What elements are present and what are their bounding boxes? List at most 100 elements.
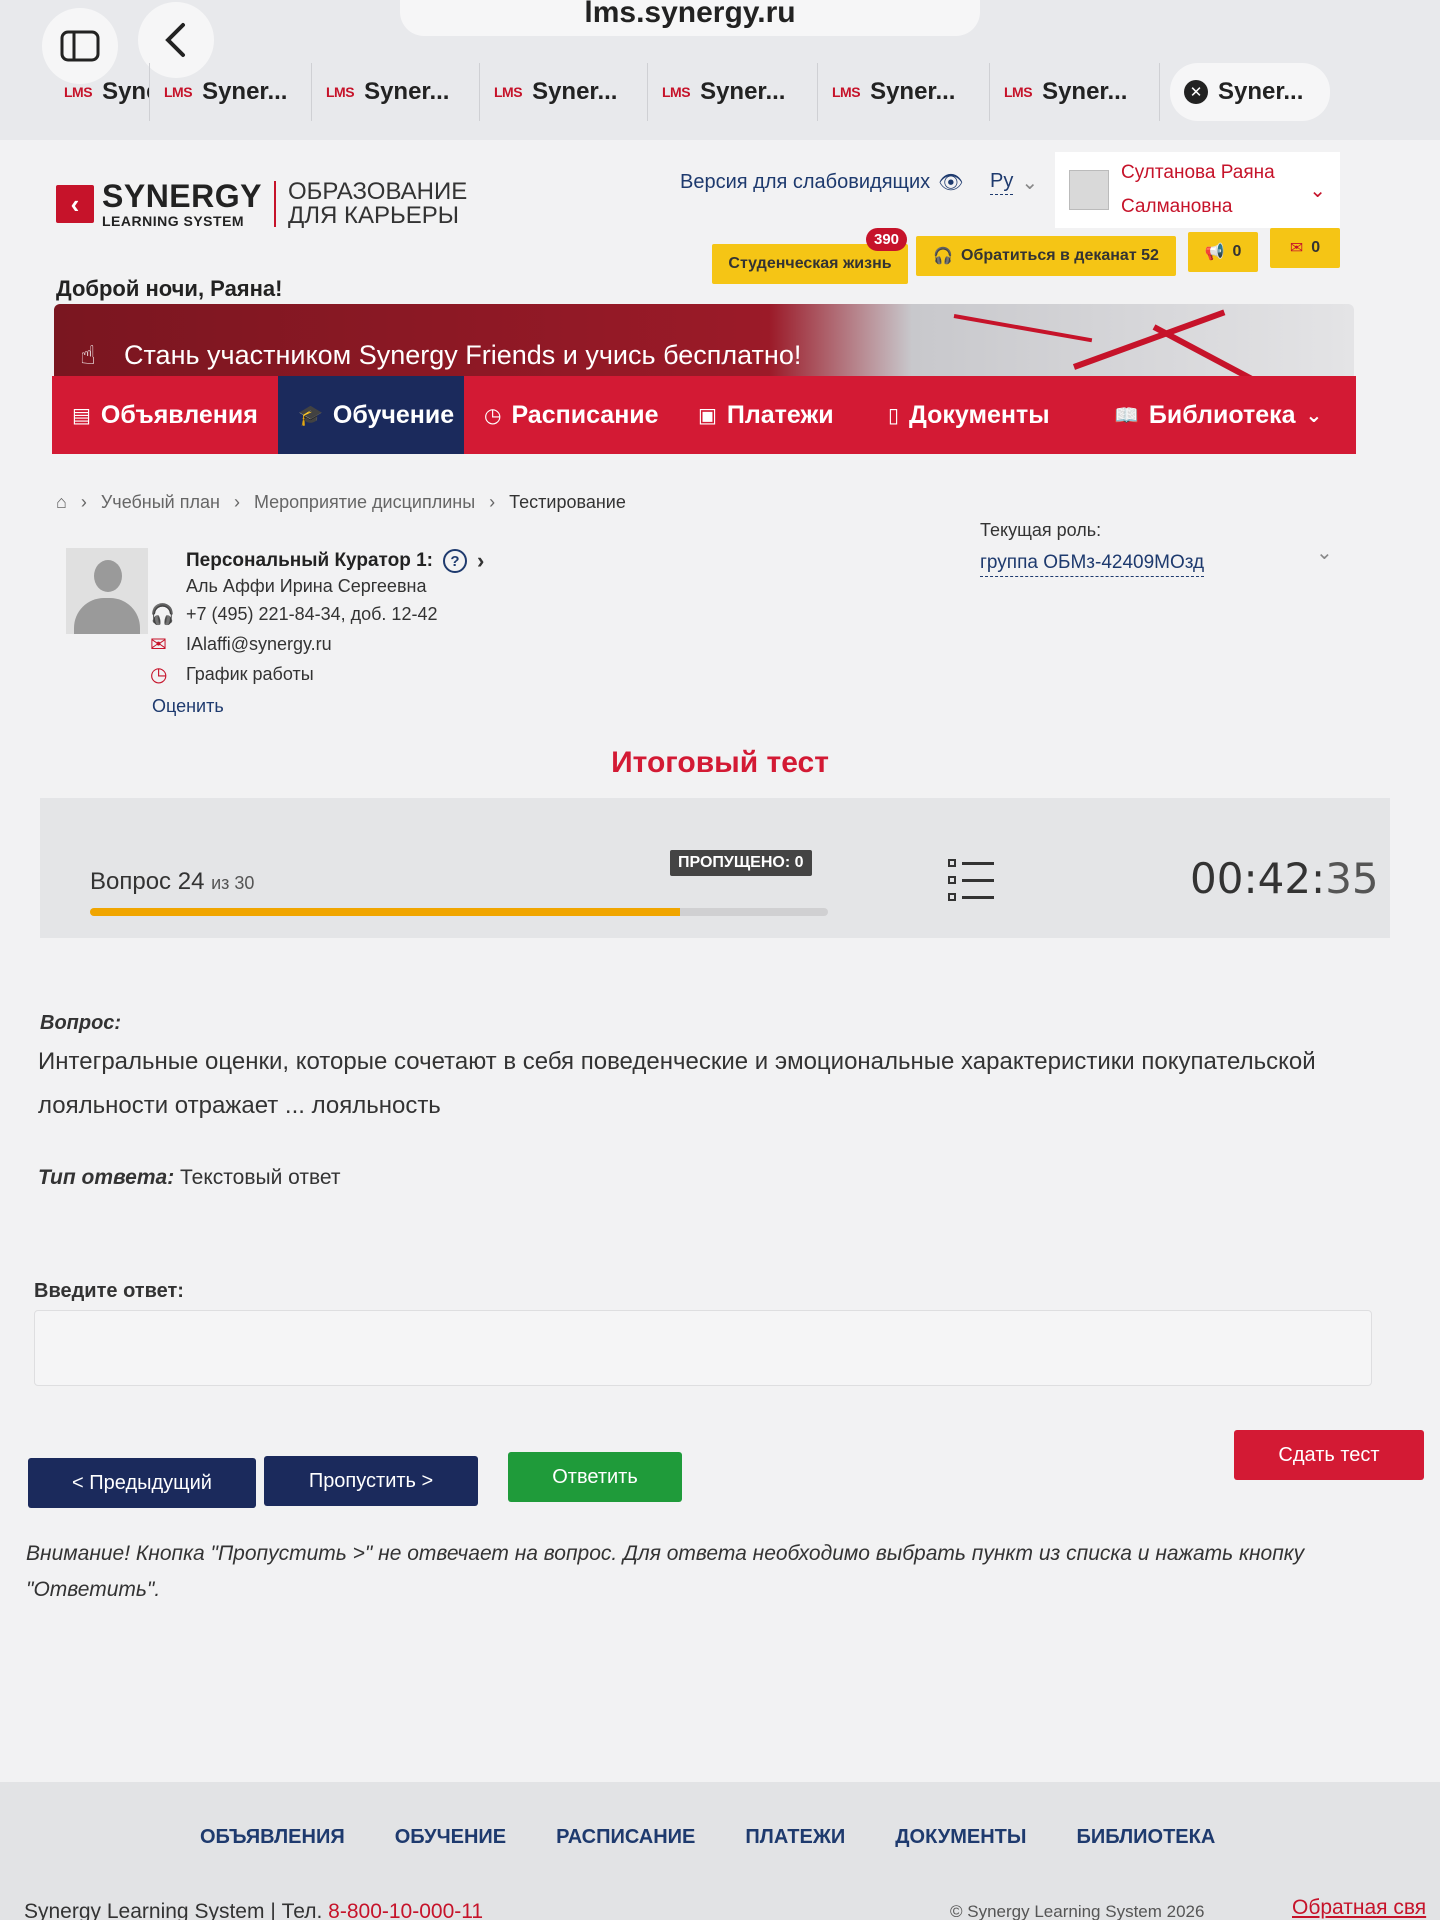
curator-phone[interactable]: +7 (495) 221-84-34, доб. 12-42: [186, 604, 437, 625]
curator-title: Персональный Куратор 1: ? ›: [186, 548, 485, 574]
nav-item-announcements[interactable]: ▤ Объявления: [52, 376, 278, 454]
logo[interactable]: ‹ SYNERGY LEARNING SYSTEM ОБРАЗОВАНИЕ ДЛ…: [56, 180, 467, 228]
nav-item-learning[interactable]: 🎓 Обучение: [278, 376, 464, 454]
curator-name: Аль Аффи Ирина Сергеевна: [186, 576, 427, 596]
mail-icon: ✉: [150, 634, 167, 656]
curator-schedule[interactable]: График работы: [186, 664, 314, 685]
footer-link-learning[interactable]: ОБУЧЕНИЕ: [395, 1826, 506, 1849]
answer-type: Тип ответа: Текстовый ответ: [38, 1166, 341, 1189]
rate-curator-link[interactable]: Оценить: [152, 696, 224, 717]
user-name-line-1: Султанова Раяна: [1121, 162, 1275, 183]
chevron-down-icon: ⌄: [1309, 179, 1326, 202]
money-icon: ▣: [698, 404, 717, 427]
breadcrumb-current: Тестирование: [509, 492, 626, 512]
page: ‹ SYNERGY LEARNING SYSTEM ОБРАЗОВАНИЕ ДЛ…: [0, 140, 1440, 1920]
nav-item-library[interactable]: 📖 Библиотека ⌄: [1094, 376, 1356, 454]
answer-label: Введите ответ:: [34, 1280, 184, 1302]
address-bar[interactable]: lms.synergy.ru: [400, 0, 980, 36]
timer: 00:42:35: [1190, 854, 1379, 903]
submit-test-button[interactable]: Сдать тест: [1234, 1430, 1424, 1480]
breadcrumb-item[interactable]: Мероприятие дисциплины: [254, 492, 475, 513]
help-icon[interactable]: ?: [442, 549, 467, 573]
messages-button[interactable]: ✉ 0: [1270, 228, 1340, 268]
previous-button[interactable]: < Предыдущий: [28, 1458, 256, 1508]
role-select[interactable]: группа ОБМз-42409МОзд: [980, 552, 1205, 577]
greeting: Доброй ночи, Раяна!: [56, 276, 283, 301]
feedback-link[interactable]: Обратная свя: [1292, 1896, 1426, 1920]
chevron-down-icon: ⌄: [1305, 404, 1323, 427]
user-name-line-2: Салмановна: [1121, 196, 1233, 217]
chevron-left-icon: [165, 23, 185, 57]
progress-panel: Вопрос 24 из 30 ПРОПУЩЕНО: 0 00:42:35: [40, 798, 1390, 938]
language-select[interactable]: Ру ⌄: [990, 170, 1038, 195]
skipped-badge: ПРОПУЩЕНО: 0: [670, 850, 812, 876]
footer-brand: Synergy Learning System: [24, 1900, 265, 1920]
footer-link-schedule[interactable]: РАСПИСАНИЕ: [556, 1826, 695, 1849]
user-menu[interactable]: Султанова Раяна Салмановна ⌄: [1055, 152, 1340, 228]
question-heading: Вопрос:: [40, 1012, 122, 1034]
footer-copyright: © Synergy Learning System 2026: [950, 1902, 1205, 1920]
browser-tab[interactable]: LMS Syner...: [818, 63, 990, 121]
logo-tagline-2: ДЛЯ КАРЬЕРЫ: [287, 202, 459, 229]
avatar: [1069, 170, 1109, 210]
progress-bar: [90, 908, 828, 916]
lms-icon: LMS: [64, 84, 93, 100]
footer-link-announcements[interactable]: ОБЪЯВЛЕНИЯ: [200, 1826, 345, 1849]
answer-input[interactable]: [34, 1310, 1372, 1386]
logo-subtitle: LEARNING SYSTEM: [102, 213, 245, 229]
browser-tab[interactable]: LMS Syner...: [480, 63, 648, 121]
promo-text: Стань участником Synergy Friends и учись…: [124, 340, 802, 370]
footer-contacts: Synergy Learning System | Тел. 8-800-10-…: [24, 1900, 483, 1920]
url-text: lms.synergy.ru: [584, 0, 796, 29]
lms-icon: LMS: [326, 84, 355, 100]
mail-icon: ✉: [1289, 240, 1304, 257]
breadcrumb-separator: ›: [233, 492, 240, 512]
footer-link-payments[interactable]: ПЛАТЕЖИ: [745, 1826, 845, 1849]
pointer-hand-icon: ☝: [80, 340, 96, 370]
headset-icon: 🎧: [150, 604, 175, 626]
lms-icon: LMS: [164, 84, 193, 100]
footer-link-library[interactable]: БИБЛИОТЕКА: [1076, 1826, 1215, 1849]
browser-tab[interactable]: LMS Syner...: [648, 63, 818, 121]
book-icon: 📖: [1114, 404, 1139, 427]
announcements-button[interactable]: 📢 0: [1188, 232, 1258, 272]
home-icon[interactable]: ⌂: [56, 492, 67, 513]
question-counter: Вопрос 24 из 30: [90, 868, 255, 895]
role-label: Текущая роль:: [980, 520, 1102, 540]
footer-link-documents[interactable]: ДОКУМЕНТЫ: [895, 1826, 1026, 1849]
nav-item-payments[interactable]: ▣ Платежи: [678, 376, 868, 454]
logo-mark: ‹: [56, 185, 94, 223]
question-list-icon[interactable]: [948, 858, 998, 902]
eye-icon: 👁: [938, 172, 964, 194]
page-title: Итоговый тест: [611, 746, 829, 779]
browser-tab[interactable]: LMSSynei: [50, 63, 150, 121]
map-decoration: [1072, 309, 1226, 370]
curator-photo: [66, 548, 148, 634]
browser-tab[interactable]: LMS Syner...: [150, 63, 312, 121]
browser-tab[interactable]: LMS Syner...: [312, 63, 480, 121]
curator-email[interactable]: IAlaffi@synergy.ru: [186, 634, 332, 655]
breadcrumb: ⌂ › Учебный план › Мероприятие дисциплин…: [56, 492, 626, 513]
nav-item-documents[interactable]: ▯ Документы: [868, 376, 1094, 454]
deanery-button[interactable]: 🎧 Обратиться в деканат 52: [916, 236, 1176, 276]
skip-button[interactable]: Пропустить >: [264, 1456, 478, 1506]
chevron-down-icon[interactable]: ⌄: [1316, 540, 1333, 565]
answer-button[interactable]: Ответить: [508, 1452, 682, 1502]
footer-phone[interactable]: 8-800-10-000-11: [328, 1900, 483, 1920]
close-icon[interactable]: ✕: [1184, 80, 1208, 104]
warning-text: Внимание! Кнопка "Пропустить >" не отвеч…: [26, 1542, 1305, 1601]
logo-name: SYNERGY: [102, 178, 262, 214]
footer-phone-label: Тел.: [281, 1900, 323, 1920]
chevron-right-icon[interactable]: ›: [477, 548, 484, 574]
breadcrumb-item[interactable]: Учебный план: [101, 492, 220, 513]
browser-tab-active[interactable]: ✕ Syner...: [1170, 63, 1330, 121]
browser-tab[interactable]: LMS Syner...: [990, 63, 1160, 121]
nav-item-schedule[interactable]: ◷ Расписание: [464, 376, 678, 454]
chevron-down-icon: ⌄: [1021, 172, 1039, 194]
low-vision-link[interactable]: Версия для слабовидящих 👁: [680, 170, 964, 195]
megaphone-icon: 📢: [1204, 244, 1225, 261]
lms-icon: LMS: [494, 84, 523, 100]
lms-icon: LMS: [832, 84, 861, 100]
map-decoration: [953, 314, 1093, 343]
logo-divider: [273, 181, 276, 227]
